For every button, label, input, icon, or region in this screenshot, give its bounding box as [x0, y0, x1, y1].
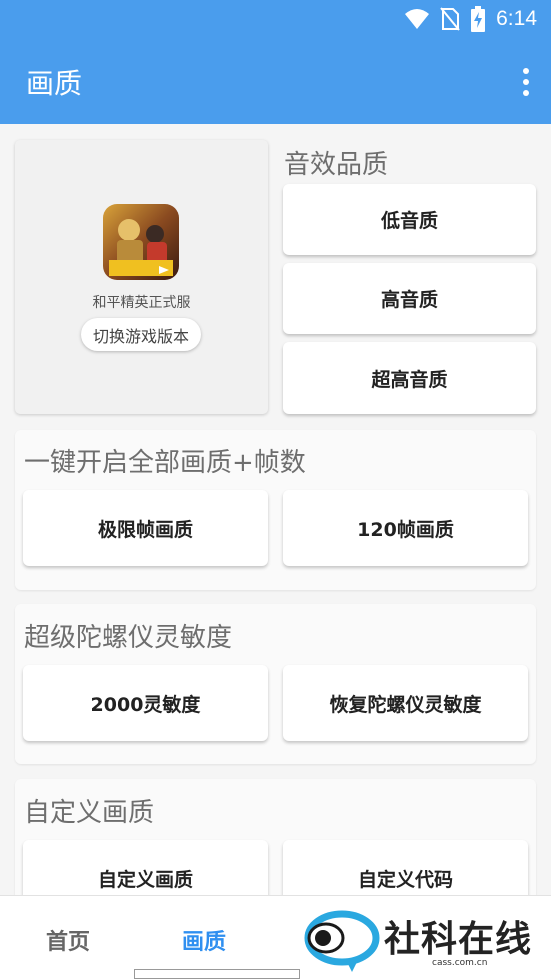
low-audio-button[interactable]: 低音质	[283, 184, 536, 255]
wifi-icon	[405, 9, 430, 29]
custom-title: 自定义画质	[24, 798, 155, 828]
more-options-icon[interactable]	[521, 68, 531, 96]
no-sim-icon	[440, 7, 460, 31]
game-app-icon	[103, 204, 179, 280]
game-name: 和平精英正式服	[92, 295, 191, 311]
extreme-frame-button[interactable]: 极限帧画质	[23, 490, 268, 566]
one-key-title: 一键开启全部画质+帧数	[24, 448, 306, 478]
ultra-audio-button[interactable]: 超高音质	[283, 342, 536, 414]
watermark-text: 社科在线	[384, 919, 533, 960]
watermark-logo-icon	[304, 910, 380, 972]
status-icons: 6:14	[404, 6, 537, 32]
status-time: 6:14	[496, 7, 537, 30]
status-bar: 6:14	[0, 0, 551, 40]
custom-quality-button[interactable]: 自定义画质	[23, 840, 268, 895]
switch-game-version-button[interactable]: 切换游戏版本	[81, 318, 201, 351]
overlay-strip	[134, 969, 300, 979]
main-content[interactable]: 和平精英正式服 切换游戏版本 音效品质 低音质 高音质 超高音质 一键开启全部画…	[0, 124, 551, 895]
page-title: 画质	[26, 67, 83, 100]
watermark-url: cass.com.cn	[432, 958, 488, 968]
sensitivity-2000-button[interactable]: 2000灵敏度	[23, 665, 268, 741]
restore-gyro-button[interactable]: 恢复陀螺仪灵敏度	[283, 665, 528, 741]
nav-home[interactable]: 首页	[46, 924, 90, 956]
watermark: 社科在线 cass.com.cn	[302, 908, 542, 974]
gyro-title: 超级陀螺仪灵敏度	[24, 623, 233, 653]
sound-quality-title: 音效品质	[284, 150, 389, 180]
120fps-button[interactable]: 120帧画质	[283, 490, 528, 566]
nav-quality[interactable]: 画质	[182, 924, 226, 956]
battery-charging-icon	[471, 6, 486, 32]
custom-code-button[interactable]: 自定义代码	[283, 840, 528, 895]
app-bar: 画质	[0, 40, 551, 124]
game-card: 和平精英正式服 切换游戏版本	[15, 140, 268, 414]
high-audio-button[interactable]: 高音质	[283, 263, 536, 334]
